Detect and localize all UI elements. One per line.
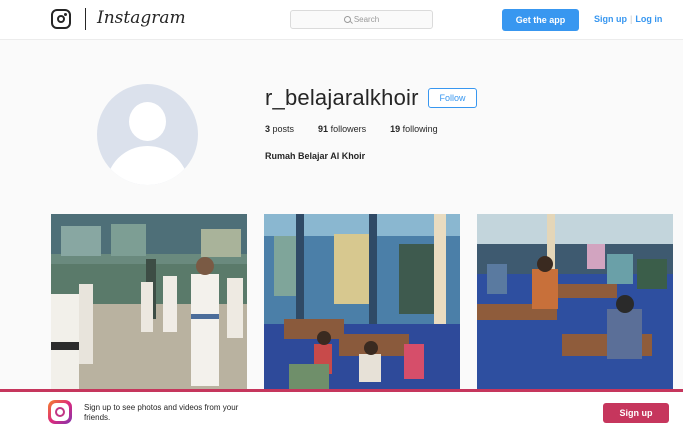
search-icon [343, 16, 351, 23]
avatar-head-shape [129, 102, 166, 141]
posts-stat: 3 posts [265, 124, 294, 134]
followers-stat[interactable]: 91 followers [318, 124, 366, 134]
follow-button[interactable]: Follow [428, 88, 477, 108]
top-navigation-bar: Instagram Search Get the app Sign up | Log… [0, 0, 683, 40]
photo-study-room [264, 214, 460, 391]
followers-label: followers [330, 124, 367, 134]
posts-label: posts [272, 124, 295, 134]
profile-avatar [97, 84, 198, 185]
instagram-camera-icon[interactable] [51, 9, 71, 29]
auth-separator: | [630, 14, 633, 24]
photo-karate-class [51, 214, 247, 391]
post-thumbnail-students-at-desks[interactable] [477, 214, 673, 391]
search-input[interactable]: Search [290, 10, 433, 29]
following-stat[interactable]: 19 following [390, 124, 438, 134]
following-label: following [402, 124, 438, 134]
profile-full-name: Rumah Belajar Al Khoir [265, 151, 366, 161]
followers-count: 91 [318, 124, 329, 134]
profile-page: r_belajaralkhoir Follow 3 posts 91 follo… [11, 41, 673, 391]
auth-links: Sign up | Log in [594, 14, 662, 24]
signup-banner: Sign up to see photos and videos from yo… [0, 389, 683, 427]
signup-button[interactable]: Sign up [603, 403, 669, 423]
logo-divider [85, 8, 86, 30]
post-thumbnail-study-room[interactable] [264, 214, 460, 391]
profile-stats: 3 posts 91 followers 19 following [265, 124, 462, 134]
signup-link[interactable]: Sign up [594, 14, 627, 24]
avatar-body-shape [106, 146, 189, 185]
instagram-gradient-logo-icon [48, 400, 72, 424]
following-count: 19 [390, 124, 401, 134]
signup-prompt-text: Sign up to see photos and videos from yo… [84, 403, 239, 422]
profile-username: r_belajaralkhoir [265, 85, 419, 110]
get-the-app-button[interactable]: Get the app [502, 9, 579, 31]
posts-count: 3 [265, 124, 271, 134]
search-placeholder: Search [353, 15, 380, 24]
instagram-wordmark[interactable]: Instagram [97, 8, 186, 28]
post-thumbnail-karate-class[interactable] [51, 214, 247, 391]
login-link[interactable]: Log in [635, 14, 662, 24]
photo-students-at-desks [477, 214, 673, 391]
